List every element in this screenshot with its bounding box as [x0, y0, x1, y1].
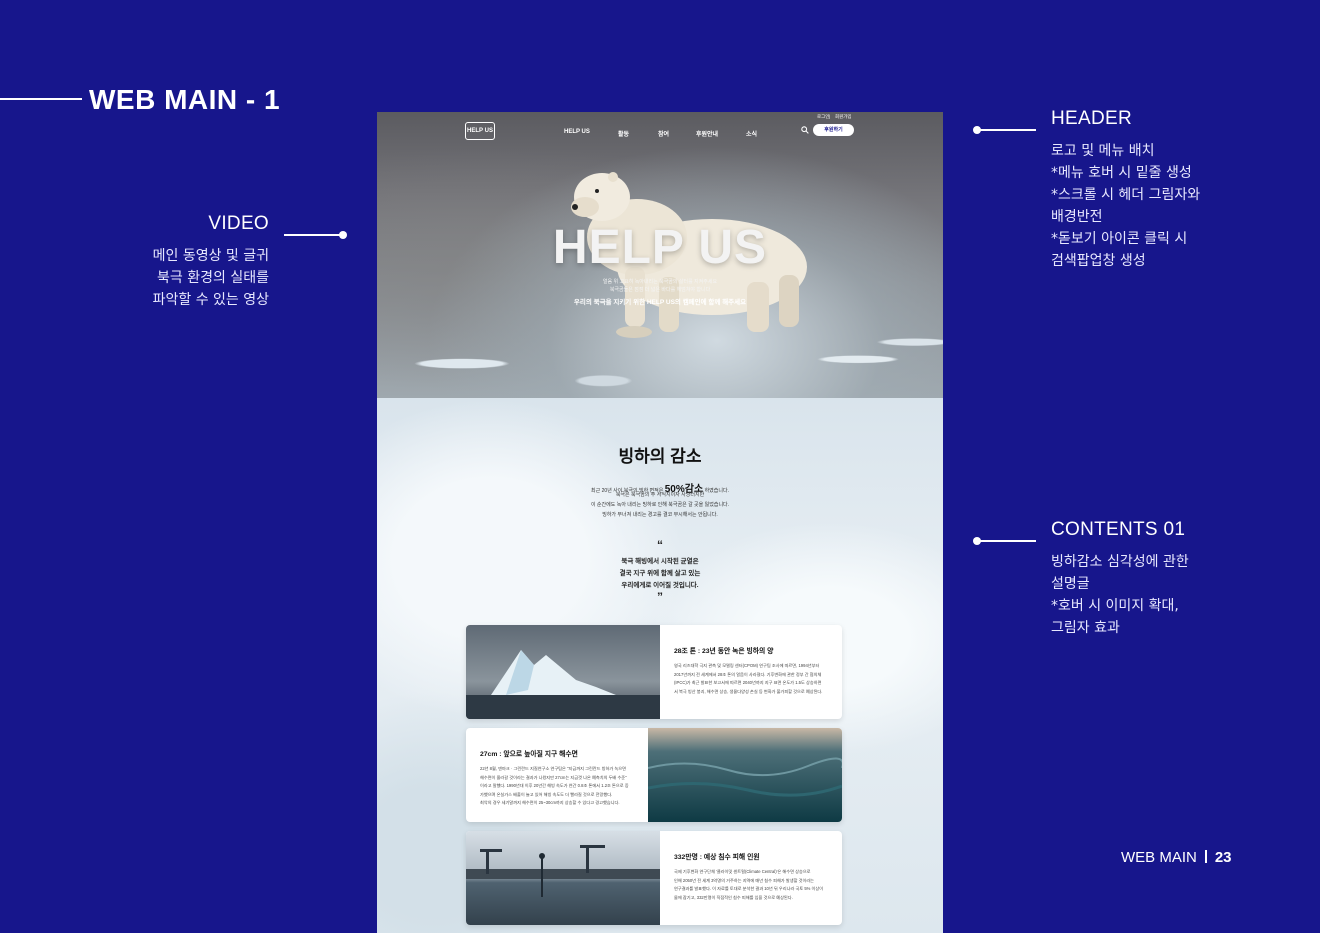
- header-annotation-body: 로고 및 메뉴 배치 *메뉴 호버 시 밑줄 생성 *스크롤 시 헤더 그림자와…: [1051, 140, 1251, 272]
- card-body: 영국 리즈대학 극지 관측 및 모델링 센터(CPOM) 연구팀 조사에 따르면…: [674, 663, 823, 694]
- section-line: 빙하가 무너져 내리는 경고를 결코 무시해서는 안됩니다.: [602, 512, 718, 518]
- hero-title: HELP US: [552, 221, 768, 274]
- section-title: 빙하의 감소: [618, 447, 702, 466]
- contents-annotation-line: 그림자 효과: [1051, 620, 1120, 636]
- video-annotation-line: 북극 환경의 실태를: [157, 270, 269, 286]
- contents-annotation-heading: CONTENTS 01: [1051, 519, 1186, 540]
- donate-button[interactable]: 후원하기: [813, 124, 854, 136]
- contents-annotation-line: 빙하감소 심각성에 관한: [1051, 554, 1189, 570]
- header-annotation-line: 배경반전: [1051, 209, 1103, 225]
- header-connector: [977, 129, 1036, 131]
- card-body: 22년 8월, 덴마크 · 그린란드 지질연구소 연구팀은 "지금까지 그린란드…: [480, 766, 629, 806]
- hero-tagline: 우리의 북극을 지키기 위한 HELP US의 캠페인에 함께 해주세요: [573, 299, 747, 306]
- header-annotation-line: *스크롤 시 헤더 그림자와: [1051, 187, 1201, 203]
- video-connector: [284, 234, 342, 236]
- header-annotation-line: 로고 및 메뉴 배치: [1051, 143, 1155, 159]
- quote-line: 결국 지구 위에 함께 살고 있는: [619, 570, 701, 577]
- quote-line: 북극 해빙에서 시작된 균열은: [621, 558, 699, 565]
- page-number: 23: [1214, 849, 1232, 866]
- contents-annotation-line: 설명글: [1051, 576, 1090, 592]
- header-annotation-line: 검색팝업창 생성: [1051, 253, 1146, 269]
- nav-item-news[interactable]: 소식: [746, 129, 757, 138]
- quote-close-icon: ”: [657, 590, 663, 604]
- footer-label: WEB MAIN: [1121, 849, 1197, 866]
- video-annotation-heading: VIDEO: [208, 213, 269, 234]
- contents-connector: [977, 540, 1036, 542]
- hero-subtitle-line: 북극곰들은 점점 더 넓은 바다를 헤엄쳐야 합니다: [609, 287, 711, 293]
- card-title: 27cm : 앞으로 높아질 지구 해수면: [480, 751, 578, 758]
- quote-open-icon: “: [657, 538, 663, 552]
- nav-item-help-us[interactable]: HELP US: [564, 129, 590, 135]
- flooded-harbor-image: [466, 831, 660, 925]
- header-annotation-heading: HEADER: [1051, 108, 1132, 129]
- section-line: 북극은 북극곰의 주 서식지이자 사냥터지만: [615, 492, 705, 498]
- contents-annotation-body: 빙하감소 심각성에 관한 설명글 *호버 시 이미지 확대, 그림자 효과: [1051, 551, 1251, 639]
- login-link[interactable]: 로그인: [817, 114, 829, 120]
- title-rule: [0, 98, 82, 100]
- card-text: 27cm : 앞으로 높아질 지구 해수면 22년 8월, 덴마크 · 그린란드…: [466, 728, 648, 822]
- contents-annotation-line: *호버 시 이미지 확대,: [1051, 598, 1179, 614]
- page-footer: WEB MAIN 23: [1121, 849, 1232, 866]
- header-annotation-line: *돋보기 아이콘 클릭 시: [1051, 231, 1188, 247]
- video-annotation-line: 메인 동영상 및 글귀: [152, 248, 269, 264]
- header-annotation-line: *메뉴 호버 시 밑줄 생성: [1051, 165, 1192, 181]
- nav-item-participate[interactable]: 참여: [658, 129, 669, 138]
- section-line: 이 순간에도 녹아 내리는 빙하로 인해 북극곰은 갈 곳을 잃었습니다.: [590, 502, 730, 508]
- website-mockup: HELP US HELP US 활동 참여 후원안내 소식 로그인 | 회원가입…: [377, 112, 943, 933]
- info-card[interactable]: 28조 톤 : 23년 동안 녹은 빙하의 양 영국 리즈대학 극지 관측 및 …: [466, 625, 842, 719]
- info-card[interactable]: 332만명 : 예상 침수 피해 인원 국제 기후변화 연구단체 '클라이밋 센…: [466, 831, 842, 925]
- card-body: 국제 기후변화 연구단체 '클라이밋 센트럴(Climate Central)'…: [674, 869, 824, 900]
- quote-line: 우리에게로 이어질 것입니다.: [621, 582, 699, 589]
- signup-link[interactable]: 회원가입: [835, 114, 852, 120]
- card-text: 332만명 : 예상 침수 피해 인원 국제 기후변화 연구단체 '클라이밋 센…: [660, 831, 842, 925]
- search-icon[interactable]: [801, 126, 809, 134]
- hero-video[interactable]: HELP US HELP US 활동 참여 후원안내 소식 로그인 | 회원가입…: [377, 112, 943, 398]
- ocean-waves-image: [648, 728, 842, 822]
- nav-item-donation-guide[interactable]: 후원안내: [696, 129, 718, 138]
- contents-section: 빙하의 감소 최근 20년 사이 북극의 빙하 면적은 50%감소 하였습니다.…: [377, 398, 943, 933]
- video-connector-dot: [339, 231, 347, 239]
- card-text: 28조 톤 : 23년 동안 녹은 빙하의 양 영국 리즈대학 극지 관측 및 …: [660, 625, 842, 719]
- iceberg-image: [466, 625, 660, 719]
- hero-subtitle-line: 얼음 위 고요히 녹아내리는 북극곰의 삶터를 지켜주세요: [602, 279, 718, 285]
- video-annotation-line: 파악할 수 있는 영상: [152, 292, 269, 308]
- site-logo[interactable]: HELP US: [465, 122, 495, 140]
- site-header: HELP US HELP US 활동 참여 후원안내 소식 로그인 | 회원가입…: [377, 112, 943, 152]
- card-title: 332만명 : 예상 침수 피해 인원: [674, 854, 760, 861]
- page-title: WEB MAIN - 1: [89, 84, 281, 115]
- video-annotation-body: 메인 동영상 및 글귀 북극 환경의 실태를 파악할 수 있는 영상: [120, 245, 269, 311]
- card-title: 28조 톤 : 23년 동안 녹은 빙하의 양: [674, 648, 774, 655]
- info-card[interactable]: 27cm : 앞으로 높아질 지구 해수면 22년 8월, 덴마크 · 그린란드…: [466, 728, 842, 822]
- nav-item-activity[interactable]: 활동: [618, 129, 629, 138]
